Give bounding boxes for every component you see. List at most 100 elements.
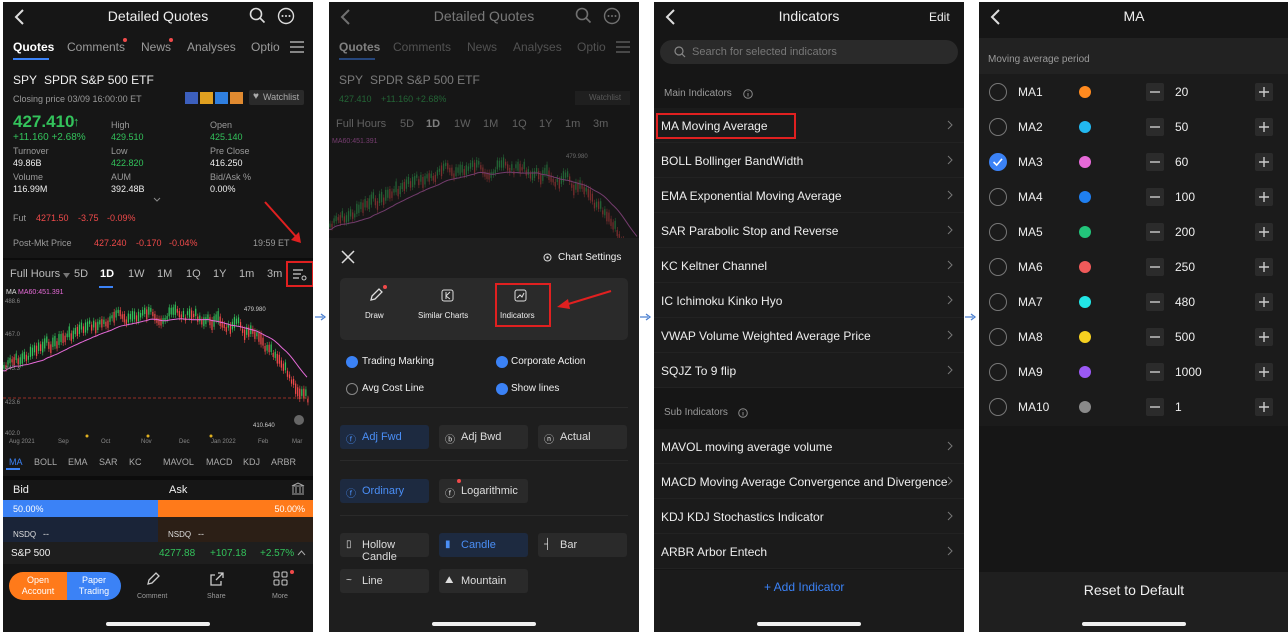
watchlist-button[interactable]: ♥ Watchlist [249,90,304,105]
increment-button[interactable] [1255,118,1273,136]
decrement-button[interactable] [1146,188,1164,206]
ma-color-swatch[interactable] [1079,121,1091,133]
paper-trading-button[interactable]: Paper Trading [67,572,121,600]
increment-button[interactable] [1255,83,1273,101]
ma-period-value[interactable]: 200 [1175,225,1195,239]
adj-bwd-button[interactable]: ⓑ Adj Bwd [439,425,528,449]
ma-period-value[interactable]: 50 [1175,120,1188,134]
tool-draw[interactable]: Draw [365,311,384,320]
tab-analyses[interactable]: Analyses [187,40,236,54]
decrement-button[interactable] [1146,293,1164,311]
edit-button[interactable]: Edit [929,10,950,24]
increment-button[interactable] [1255,258,1273,276]
indicator-tab[interactable]: KDJ [243,457,260,467]
checkbox-show-lines[interactable] [496,383,508,395]
ma-select-checkbox[interactable] [989,83,1007,101]
tab-options[interactable]: Optio [251,40,280,54]
tf-1m[interactable]: 1M [157,268,172,280]
tf-5d[interactable]: 5D [74,268,88,280]
checkbox-trading-marking[interactable] [346,356,358,368]
gear-icon[interactable] [542,252,553,263]
tf-full-hours[interactable]: Full Hours [10,268,60,280]
decrement-button[interactable] [1146,328,1164,346]
indicator-row[interactable]: MACD Moving Average Convergence and Dive… [654,464,964,499]
ma-select-checkbox[interactable] [989,188,1007,206]
ma-color-swatch[interactable] [1079,226,1091,238]
ma-select-checkbox[interactable] [989,118,1007,136]
indicator-row[interactable]: MAVOL moving average volume [654,429,964,464]
ma-color-swatch[interactable] [1079,261,1091,273]
ma-color-swatch[interactable] [1079,86,1091,98]
tf-1q[interactable]: 1Q [186,268,201,280]
draw-icon[interactable] [369,287,384,302]
indicator-tab[interactable]: KC [129,457,142,467]
decrement-button[interactable] [1146,83,1164,101]
increment-button[interactable] [1255,398,1273,416]
nav-share[interactable]: Share [207,593,226,600]
tool-similar-charts[interactable]: Similar Charts [418,311,468,320]
close-icon[interactable] [341,250,355,264]
increment-button[interactable] [1255,293,1273,311]
increment-button[interactable] [1255,328,1273,346]
decrement-button[interactable] [1146,223,1164,241]
ma-select-checkbox[interactable] [989,363,1007,381]
ma-color-swatch[interactable] [1079,296,1091,308]
ma-select-checkbox[interactable] [989,328,1007,346]
index-ticker[interactable]: S&P 500 4277.88 +107.18 +2.57% [3,542,313,564]
indicator-tab[interactable]: MAVOL [163,457,194,467]
checkbox-corporate-action[interactable] [496,356,508,368]
decrement-button[interactable] [1146,398,1164,416]
indicator-row[interactable]: ARBR Arbor Entech [654,534,964,569]
tab-news[interactable]: News [141,40,171,54]
open-account-button[interactable]: Open Account [9,572,67,600]
chart-settings-link[interactable]: Chart Settings [558,252,621,263]
trade-marker-icon[interactable] [294,415,304,425]
chevron-down-icon[interactable] [153,197,161,203]
ma-select-checkbox[interactable] [989,398,1007,416]
menu-icon[interactable] [290,41,304,53]
comment-icon[interactable] [145,571,161,587]
reset-to-default-button[interactable]: Reset to Default [979,582,1288,598]
line-button[interactable]: ~ Line [340,569,429,593]
tf-1min[interactable]: 1m [239,268,254,280]
increment-button[interactable] [1255,363,1273,381]
ordinary-button[interactable]: ⓕ Ordinary [340,479,429,503]
ma-period-value[interactable]: 60 [1175,155,1188,169]
ma-select-checkbox[interactable] [989,258,1007,276]
bar-button[interactable]: ┤ Bar [538,533,627,557]
ma-select-checkbox[interactable] [989,153,1007,171]
decrement-button[interactable] [1146,258,1164,276]
indicator-tab[interactable]: EMA [68,457,88,467]
tab-quotes[interactable]: Quotes [13,40,54,54]
ma-color-swatch[interactable] [1079,331,1091,343]
ma-period-value[interactable]: 500 [1175,330,1195,344]
add-indicator-button[interactable]: + Add Indicator [764,580,844,594]
decrement-button[interactable] [1146,153,1164,171]
indicator-tab[interactable]: SAR [99,457,118,467]
indicator-row[interactable]: BOLL Bollinger BandWidth [654,143,964,178]
tf-1d[interactable]: 1D [100,268,114,280]
indicator-row[interactable]: SQJZ To 9 flip [654,353,964,388]
search-icon[interactable] [249,7,266,24]
indicator-tab[interactable]: MA [9,457,23,467]
similar-charts-icon[interactable] [441,289,454,302]
ma-period-value[interactable]: 250 [1175,260,1195,274]
indicator-row[interactable]: SAR Parabolic Stop and Reverse [654,213,964,248]
indicator-row[interactable]: VWAP Volume Weighted Average Price [654,318,964,353]
indicator-tab[interactable]: BOLL [34,457,57,467]
more-grid-icon[interactable] [273,571,289,587]
info-icon[interactable] [738,408,748,418]
increment-button[interactable] [1255,188,1273,206]
actual-button[interactable]: ⓝ Actual [538,425,627,449]
ma-select-checkbox[interactable] [989,293,1007,311]
price-chart[interactable] [3,294,313,444]
ma-period-value[interactable]: 1 [1175,400,1182,414]
share-icon[interactable] [209,571,225,587]
tf-3min[interactable]: 3m [267,268,282,280]
tab-comments[interactable]: Comments [67,40,125,54]
increment-button[interactable] [1255,223,1273,241]
tf-1w[interactable]: 1W [128,268,145,280]
candle-button[interactable]: ▮ Candle [439,533,528,557]
ma-period-value[interactable]: 100 [1175,190,1195,204]
increment-button[interactable] [1255,153,1273,171]
